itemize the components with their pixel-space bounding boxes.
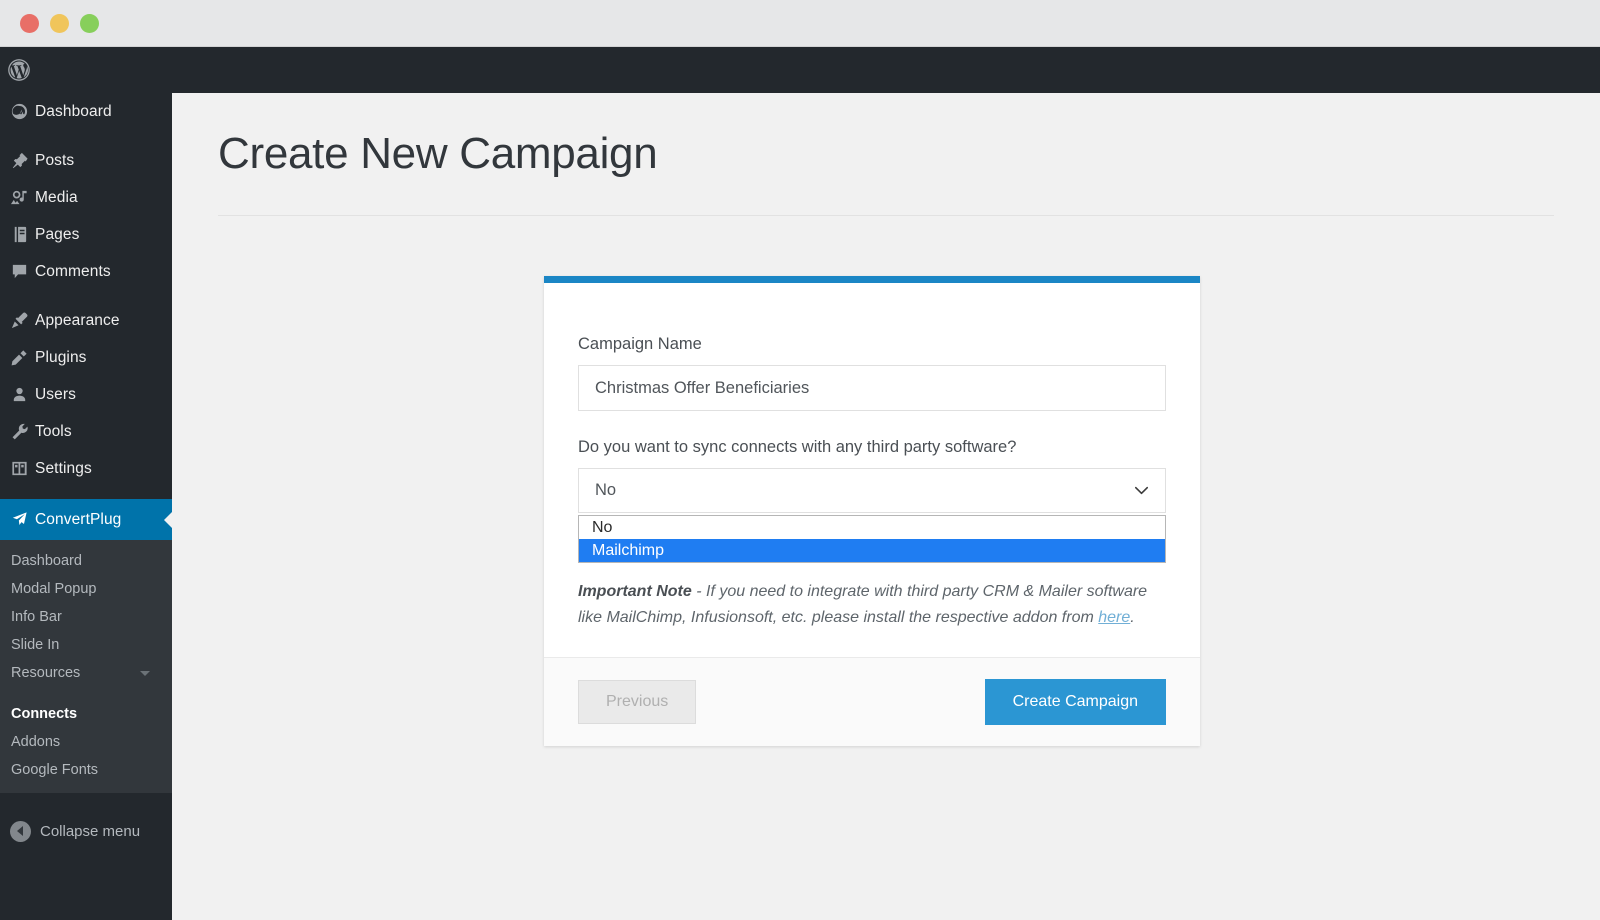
sidebar-divider xyxy=(0,487,172,499)
sidebar-item-media[interactable]: Media xyxy=(0,179,172,216)
sidebar-item-label: Plugins xyxy=(35,348,87,366)
create-campaign-button[interactable]: Create Campaign xyxy=(984,678,1166,725)
sync-select-value: No xyxy=(595,481,617,499)
title-divider xyxy=(218,215,1554,216)
dashboard-icon xyxy=(10,102,35,122)
submenu-item-label: Slide In xyxy=(11,637,60,653)
important-note-text-after: . xyxy=(1130,608,1135,626)
sync-option-label: No xyxy=(592,518,613,536)
submenu-item-info-bar[interactable]: Info Bar xyxy=(0,603,172,631)
submenu-item-label: Google Fonts xyxy=(11,762,99,778)
important-note: Important Note - If you need to integrat… xyxy=(578,579,1166,631)
collapse-menu-button[interactable]: Collapse menu xyxy=(0,813,172,849)
settings-icon xyxy=(10,459,35,479)
pin-icon xyxy=(10,151,35,171)
sidebar-divider xyxy=(0,130,172,142)
sync-question-label: Do you want to sync connects with any th… xyxy=(578,438,1017,456)
sidebar-item-label: Pages xyxy=(35,225,80,243)
window-minimize-button[interactable] xyxy=(50,13,69,33)
submenu-item-label: Info Bar xyxy=(11,609,62,625)
submenu-item-modal-popup[interactable]: Modal Popup xyxy=(0,575,172,603)
plugin-icon xyxy=(10,348,35,368)
campaign-name-value: Christmas Offer Beneficiaries xyxy=(595,378,810,397)
sidebar-item-label: Dashboard xyxy=(35,102,112,120)
submenu-item-resources[interactable]: Resources xyxy=(0,659,172,687)
sidebar-item-pages[interactable]: Pages xyxy=(0,216,172,253)
media-icon xyxy=(10,188,35,208)
sync-options-dropdown[interactable]: No Mailchimp xyxy=(578,515,1166,563)
user-icon xyxy=(10,385,35,405)
sidebar-item-tools[interactable]: Tools xyxy=(0,413,172,450)
wrench-icon xyxy=(10,422,35,442)
sync-select[interactable]: No xyxy=(578,468,1166,513)
wordpress-logo-icon[interactable] xyxy=(4,55,34,85)
sidebar-item-label: Settings xyxy=(35,459,92,477)
sync-option-mailchimp[interactable]: Mailchimp xyxy=(579,539,1165,562)
window-title-bar xyxy=(0,0,1600,47)
sidebar-item-settings[interactable]: Settings xyxy=(0,450,172,487)
card-body: Campaign Name Christmas Offer Beneficiar… xyxy=(544,283,1200,657)
chevron-down-icon xyxy=(140,671,150,676)
sidebar-item-convertplug[interactable]: ConvertPlug xyxy=(0,499,173,540)
submenu-item-slide-in[interactable]: Slide In xyxy=(0,631,172,659)
window-maximize-button[interactable] xyxy=(80,13,99,33)
submenu-item-dashboard[interactable]: Dashboard xyxy=(0,547,172,575)
sidebar-item-label: Posts xyxy=(35,151,75,169)
submenu-item-label: Resources xyxy=(11,665,81,681)
submenu-item-label: Modal Popup xyxy=(11,581,97,597)
sync-option-label: Mailchimp xyxy=(592,541,665,559)
important-note-strong: Important Note xyxy=(578,583,692,600)
sidebar-item-label: Tools xyxy=(35,422,72,440)
sidebar-item-label: Users xyxy=(35,385,76,403)
sidebar-item-users[interactable]: Users xyxy=(0,376,172,413)
convertplug-icon xyxy=(10,510,35,530)
convertplug-submenu: Dashboard Modal Popup Info Bar Slide In … xyxy=(0,540,172,793)
campaign-name-label: Campaign Name xyxy=(578,335,702,353)
submenu-item-label: Dashboard xyxy=(11,553,82,569)
sidebar-item-label: Media xyxy=(35,188,78,206)
submenu-item-connects[interactable]: Connects xyxy=(0,700,172,728)
page-title: Create New Campaign xyxy=(218,129,658,178)
pages-icon xyxy=(10,225,35,245)
sync-option-no[interactable]: No xyxy=(579,516,1165,539)
card-accent-bar xyxy=(544,276,1200,283)
comment-icon xyxy=(10,262,35,282)
sidebar-item-label: ConvertPlug xyxy=(35,510,122,528)
collapse-menu-label: Collapse menu xyxy=(40,822,141,840)
submenu-item-label: Addons xyxy=(11,734,61,750)
card-footer: Previous Create Campaign xyxy=(544,656,1200,746)
previous-button[interactable]: Previous xyxy=(578,679,697,724)
submenu-item-google-fonts[interactable]: Google Fonts xyxy=(0,756,172,784)
wp-admin-bar xyxy=(0,47,1600,93)
submenu-divider xyxy=(0,687,172,700)
admin-sidebar: Dashboard Posts Media Pages Comments App… xyxy=(0,93,173,920)
create-campaign-card: Campaign Name Christmas Offer Beneficiar… xyxy=(544,276,1200,746)
campaign-name-input[interactable]: Christmas Offer Beneficiaries xyxy=(578,365,1166,411)
window-close-button[interactable] xyxy=(20,13,39,33)
sidebar-item-label: Comments xyxy=(35,262,111,280)
sidebar-item-comments[interactable]: Comments xyxy=(0,253,172,290)
sidebar-item-appearance[interactable]: Appearance xyxy=(0,302,172,339)
brush-icon xyxy=(10,311,35,331)
main-content: Create New Campaign Campaign Name Christ… xyxy=(172,93,1600,920)
submenu-item-label: Connects xyxy=(11,706,78,722)
collapse-arrow-icon xyxy=(10,820,31,842)
addon-here-link[interactable]: here xyxy=(1098,609,1130,626)
sidebar-divider xyxy=(0,290,172,302)
field-spacer xyxy=(578,411,1166,438)
sidebar-item-dashboard[interactable]: Dashboard xyxy=(0,93,172,130)
chevron-down-icon[interactable] xyxy=(1132,481,1151,500)
sync-select-wrapper: No No Mailchimp xyxy=(578,468,1166,563)
sidebar-item-plugins[interactable]: Plugins xyxy=(0,339,172,376)
sidebar-item-posts[interactable]: Posts xyxy=(0,142,172,179)
submenu-item-addons[interactable]: Addons xyxy=(0,728,172,756)
sidebar-item-label: Appearance xyxy=(35,311,120,329)
